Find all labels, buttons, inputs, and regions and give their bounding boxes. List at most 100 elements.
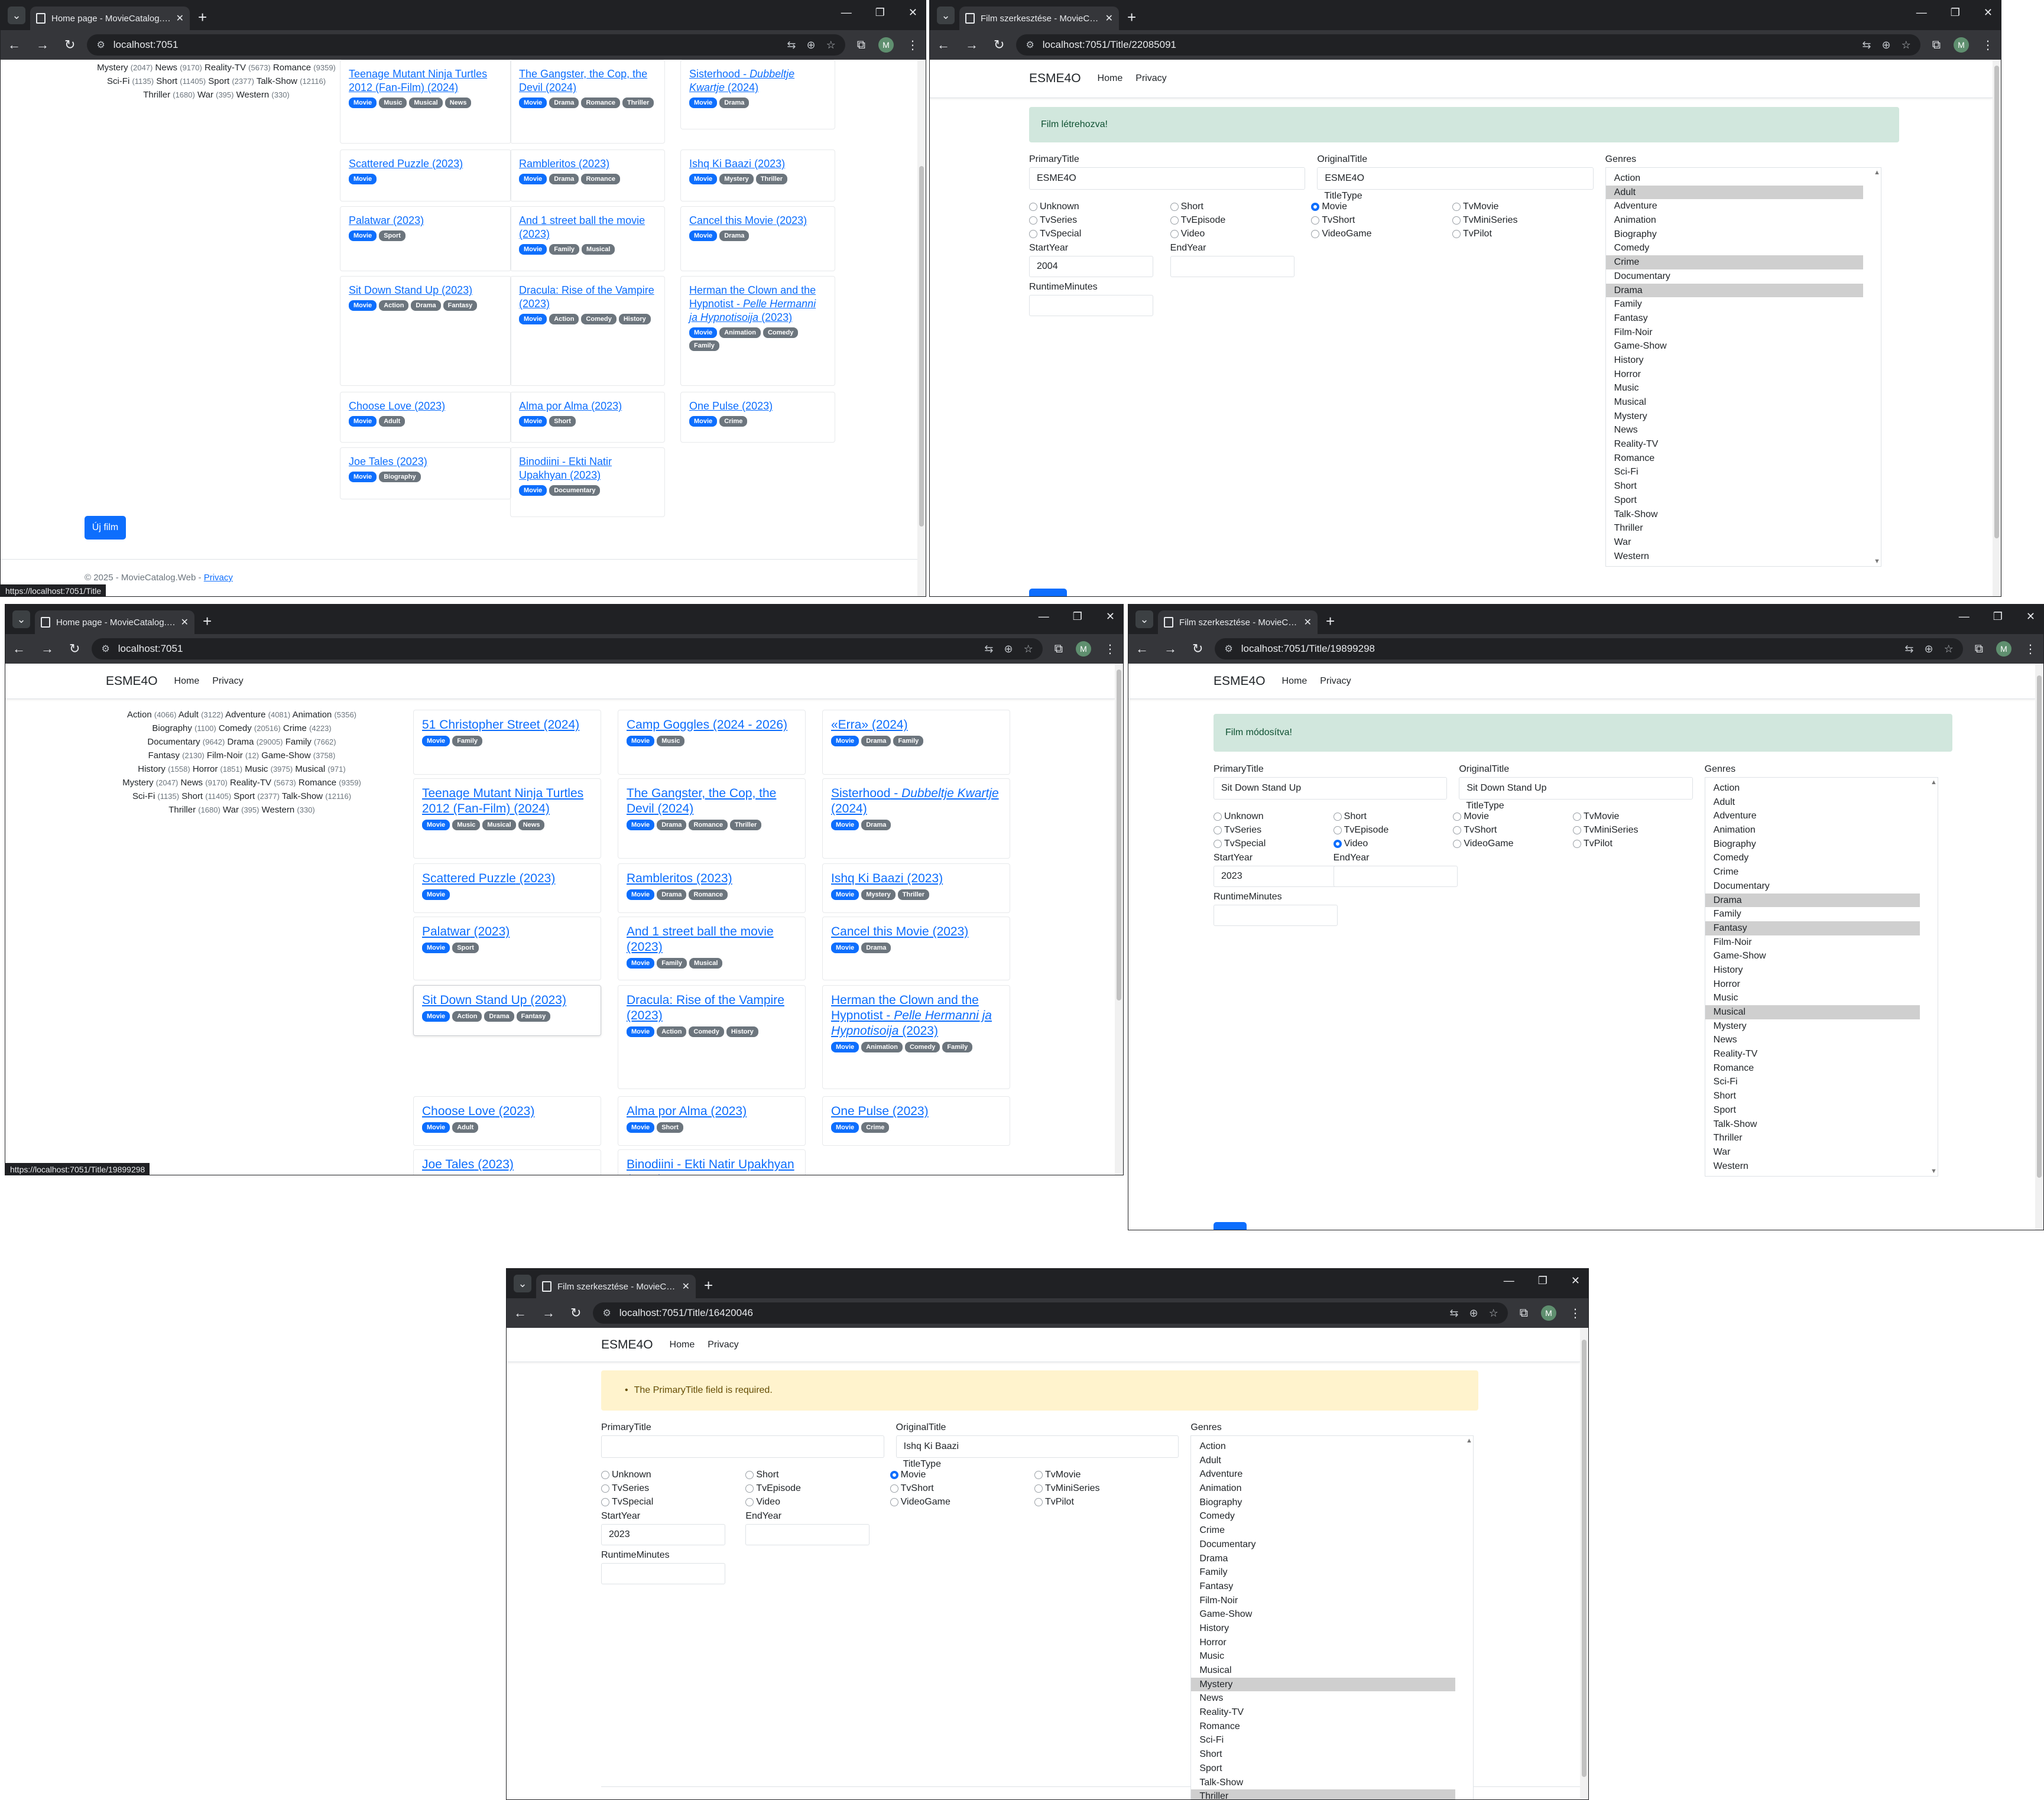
genre-filter-link[interactable]: Horror (193, 764, 218, 774)
radio-circle-icon[interactable] (601, 1471, 609, 1479)
reload-icon[interactable]: ↻ (994, 37, 1004, 53)
radio-circle-icon[interactable] (1452, 230, 1461, 238)
back-icon[interactable]: ← (1135, 641, 1148, 657)
genre-option[interactable]: News (1606, 423, 1863, 437)
title-type-radio[interactable]: TvEpisode (1333, 825, 1388, 836)
genre-option[interactable]: Comedy (1606, 241, 1863, 255)
genre-option[interactable]: History (1191, 1622, 1455, 1636)
scroll-down-icon[interactable]: ▼ (1931, 1168, 1937, 1175)
title-type-radio[interactable]: TvMovie (1034, 1470, 1081, 1480)
scroll-down-icon[interactable]: ▼ (1874, 558, 1880, 565)
genre-filter-link[interactable]: Mystery (97, 63, 128, 73)
radio-circle-icon[interactable] (1214, 813, 1222, 821)
genre-option[interactable]: Short (1606, 479, 1863, 493)
genre-option[interactable]: Adult (1605, 185, 1863, 200)
title-type-radio[interactable]: TvShort (1311, 215, 1355, 226)
genre-option[interactable]: Drama (1605, 283, 1863, 298)
back-icon[interactable]: ← (12, 641, 25, 657)
movie-title-link[interactable]: The Gangster, the Cop, the Devil (2024) (519, 67, 656, 95)
genre-option[interactable]: Film-Noir (1606, 326, 1863, 340)
genre-filter-link[interactable]: Thriller (143, 90, 170, 100)
genre-option[interactable]: Game-Show (1191, 1607, 1455, 1622)
genre-option[interactable]: Documentary (1191, 1538, 1455, 1552)
radio-circle-icon[interactable] (1333, 813, 1342, 821)
genre-filter-link[interactable]: Fantasy (148, 750, 180, 761)
radio-circle-icon[interactable] (1452, 203, 1461, 211)
movie-title-link[interactable]: Binodiini - Ekti Natir Upakhyan (2023) (519, 455, 656, 482)
genre-option[interactable]: Sport (1705, 1103, 1920, 1117)
browser-tab[interactable]: Film szerkesztése - MovieCatal ✕ (1158, 610, 1318, 634)
address-bar[interactable]: ⚙ localhost:7051/Title/22085091 ⇆ ⊕ ☆ (1016, 34, 1920, 56)
genre-option[interactable]: Biography (1705, 837, 1920, 852)
reload-icon[interactable]: ↻ (64, 37, 75, 53)
new-tab-button[interactable]: + (203, 612, 212, 631)
genre-option[interactable]: Talk-Show (1705, 1117, 1920, 1132)
radio-circle-icon[interactable] (1029, 216, 1037, 225)
minimize-button[interactable]: — (1959, 610, 1970, 623)
radio-circle-icon[interactable] (1311, 203, 1320, 211)
movie-title-link[interactable]: Alma por Alma (2023) (519, 399, 656, 413)
minimize-button[interactable]: — (1504, 1275, 1514, 1287)
reload-icon[interactable]: ↻ (1192, 641, 1203, 657)
reload-icon[interactable]: ↻ (570, 1305, 581, 1321)
movie-title-link[interactable]: And 1 street ball the movie (2023) (519, 214, 656, 241)
radio-circle-icon[interactable] (1573, 826, 1581, 834)
new-tab-button[interactable]: + (1127, 8, 1136, 27)
maximize-button[interactable]: ❐ (875, 7, 885, 19)
genre-filter-link[interactable]: Thriller (168, 805, 196, 815)
end-year-input[interactable] (1333, 866, 1458, 887)
profile-avatar[interactable]: M (1541, 1305, 1556, 1321)
genre-option[interactable]: Thriller (1606, 521, 1863, 535)
browser-tab[interactable]: Film szerkesztése - MovieCatal ✕ (536, 1275, 696, 1298)
genre-option[interactable]: Romance (1705, 1061, 1920, 1076)
genre-option[interactable]: Reality-TV (1606, 437, 1863, 451)
title-type-radio[interactable]: TvShort (1453, 825, 1497, 836)
radio-circle-icon[interactable] (1034, 1484, 1043, 1493)
reload-icon[interactable]: ↻ (69, 641, 80, 657)
title-type-radio[interactable]: TvSpecial (1214, 839, 1266, 849)
genre-option[interactable]: Animation (1606, 213, 1863, 228)
translate-icon[interactable]: ⇆ (1449, 1307, 1458, 1320)
genre-option[interactable]: Musical (1606, 395, 1863, 410)
genre-filter-link[interactable]: Action (127, 710, 152, 720)
extensions-icon[interactable]: ⧉ (1055, 642, 1063, 656)
save-button[interactable] (1214, 1222, 1247, 1230)
radio-circle-icon[interactable] (1214, 826, 1222, 834)
genre-filter-link[interactable]: Drama (228, 737, 254, 747)
movie-title-link[interactable]: And 1 street ball the movie (2023) (627, 924, 797, 955)
movie-title-link[interactable]: Ishq Ki Baazi (2023) (689, 157, 826, 171)
genre-option[interactable]: Animation (1191, 1481, 1455, 1496)
radio-circle-icon[interactable] (1311, 230, 1320, 238)
genre-option[interactable]: Horror (1705, 977, 1920, 992)
title-type-radio[interactable]: TvMovie (1452, 202, 1498, 212)
genre-option[interactable]: Fantasy (1606, 311, 1863, 326)
movie-title-link[interactable]: Camp Goggles (2024 - 2026) (627, 717, 797, 733)
movie-title-link[interactable]: Ishq Ki Baazi (2023) (831, 871, 1001, 886)
genre-option[interactable]: Game-Show (1705, 949, 1920, 963)
translate-icon[interactable]: ⇆ (787, 39, 796, 51)
movie-title-link[interactable]: Scattered Puzzle (2023) (422, 871, 592, 886)
forward-icon[interactable]: → (965, 37, 978, 53)
title-type-radio[interactable]: TvMiniSeries (1034, 1483, 1099, 1494)
movie-title-link[interactable]: Dracula: Rise of the Vampire (2023) (627, 993, 797, 1024)
genre-filter-link[interactable]: Reality-TV (230, 778, 271, 788)
movie-title-link[interactable]: Sit Down Stand Up (2023) (422, 993, 592, 1008)
brand-link[interactable]: ESME4O (1029, 72, 1081, 86)
radio-circle-icon[interactable] (1453, 826, 1462, 834)
movie-title-link[interactable]: Rambleritos (2023) (519, 157, 656, 171)
genre-filter-link[interactable]: Short (156, 76, 177, 86)
genre-option[interactable]: Comedy (1705, 851, 1920, 865)
tab-search-button[interactable]: ⌄ (937, 7, 955, 24)
genre-option[interactable]: Short (1705, 1089, 1920, 1103)
title-type-radio[interactable]: Unknown (601, 1470, 651, 1480)
genres-multiselect[interactable]: Action Adult Adventure Animation Biography Co… (1704, 777, 1938, 1177)
movie-title-link[interactable]: «Erra» (2024) (831, 717, 1001, 733)
movie-title-link[interactable]: Scattered Puzzle (2023) (349, 157, 502, 171)
title-type-radio[interactable]: TvPilot (1573, 839, 1613, 849)
nav-privacy-link[interactable]: Privacy (708, 1340, 738, 1350)
forward-icon[interactable]: → (1164, 641, 1177, 657)
genre-option[interactable]: Talk-Show (1191, 1776, 1455, 1790)
browser-tab[interactable]: Home page - MovieCatalog.We ✕ (30, 7, 190, 30)
genre-option[interactable]: Western (1606, 550, 1863, 564)
genre-filter-link[interactable]: Western (262, 805, 295, 815)
